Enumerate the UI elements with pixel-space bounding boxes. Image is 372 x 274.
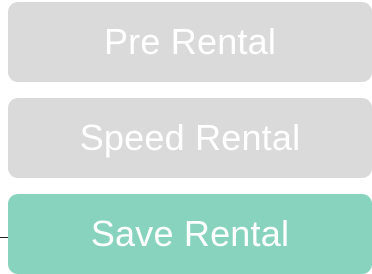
save-rental-button[interactable]: Save Rental: [8, 194, 372, 274]
speed-rental-button[interactable]: Speed Rental: [8, 98, 372, 178]
pre-rental-label: Pre Rental: [103, 21, 277, 62]
save-rental-label: Save Rental: [90, 213, 290, 254]
speed-rental-label: Speed Rental: [79, 117, 301, 158]
pre-rental-button[interactable]: Pre Rental: [8, 2, 372, 82]
rental-actions-panel: Pre Rental Speed Rental Save Rental: [0, 0, 372, 274]
